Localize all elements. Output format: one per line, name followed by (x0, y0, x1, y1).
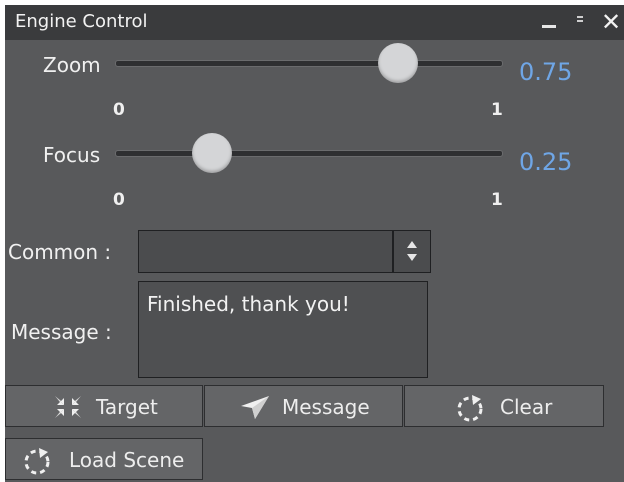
zoom-slider-handle[interactable] (378, 43, 418, 83)
focus-slider-handle[interactable] (192, 133, 232, 173)
reload-icon (24, 448, 50, 475)
title-bar[interactable]: Engine Control ✕ (5, 5, 624, 40)
zoom-slider-track[interactable] (115, 60, 503, 67)
engine-control-panel: Engine Control ✕ Zoom 0.75 0 1 Focus 0.2… (5, 5, 624, 482)
focus-value: 0.25 (519, 148, 573, 176)
focus-min-label: 0 (113, 190, 125, 210)
load-scene-button-label: Load Scene (69, 448, 185, 472)
close-icon[interactable]: ✕ (601, 5, 621, 39)
clear-button-label: Clear (500, 395, 553, 419)
clear-button[interactable]: Clear (404, 385, 604, 427)
target-button-label: Target (96, 395, 158, 419)
target-button[interactable]: Target (5, 385, 203, 427)
target-icon (55, 396, 81, 418)
zoom-value: 0.75 (519, 58, 573, 86)
common-combo-field[interactable] (138, 230, 393, 273)
focus-max-label: 1 (491, 190, 503, 210)
refresh-icon (457, 395, 483, 422)
message-button[interactable]: Message (204, 385, 403, 427)
minimize-icon[interactable] (542, 11, 556, 31)
maximize-icon[interactable] (577, 14, 583, 22)
message-button-label: Message (282, 395, 370, 419)
focus-label: Focus (43, 143, 101, 167)
message-textarea[interactable]: Finished, thank you! (138, 281, 428, 378)
load-scene-button[interactable]: Load Scene (5, 438, 203, 480)
zoom-min-label: 0 (113, 100, 125, 120)
window-title: Engine Control (15, 11, 148, 32)
common-spinner-button[interactable] (393, 230, 431, 273)
send-icon (241, 396, 269, 419)
zoom-max-label: 1 (491, 100, 503, 120)
focus-slider-track[interactable] (115, 150, 503, 157)
zoom-label: Zoom (43, 53, 101, 77)
message-label: Message : (11, 320, 112, 344)
common-label: Common : (8, 240, 112, 264)
up-down-arrows-icon (407, 241, 417, 261)
